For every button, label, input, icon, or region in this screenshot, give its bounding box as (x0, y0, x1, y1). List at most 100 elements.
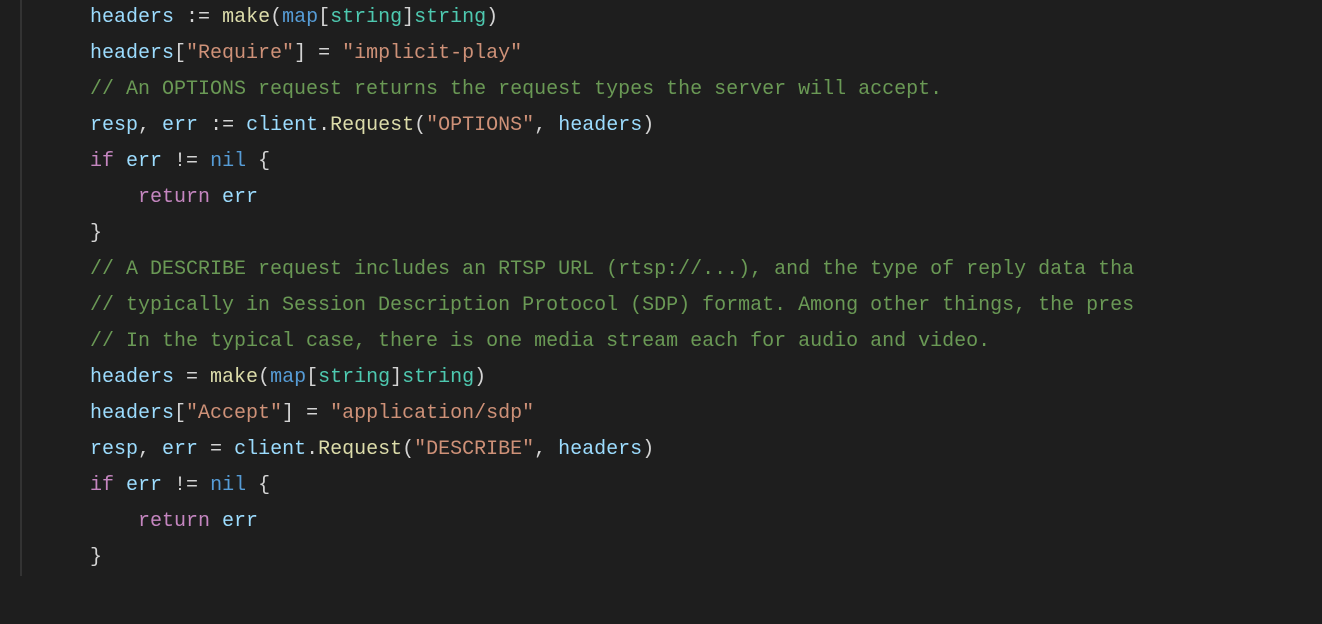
token-punc: := (210, 114, 234, 137)
token-var: client (234, 438, 306, 461)
token-punc (114, 474, 126, 497)
code-line[interactable]: headers = make(map[string]string) (20, 360, 1322, 396)
token-punc: ] (282, 402, 294, 425)
token-type: string (414, 6, 486, 29)
token-punc: ) (642, 438, 654, 461)
token-punc: [ (174, 42, 186, 65)
token-func: Request (330, 114, 414, 137)
token-var: headers (90, 42, 174, 65)
token-var: err (162, 114, 198, 137)
token-var: err (222, 186, 258, 209)
token-punc: ) (642, 114, 654, 137)
token-punc: [ (306, 366, 318, 389)
token-str: "implicit-play" (342, 42, 522, 65)
token-punc: } (90, 222, 102, 245)
token-punc: = (306, 42, 342, 65)
token-punc: { (246, 150, 270, 173)
token-punc (114, 150, 126, 173)
token-var: headers (90, 402, 174, 425)
token-punc: ( (258, 366, 270, 389)
code-editor[interactable]: headers := make(map[string]string)header… (0, 0, 1322, 576)
token-ctrl: return (138, 186, 210, 209)
token-punc: != (162, 474, 210, 497)
code-line[interactable]: } (20, 216, 1322, 252)
token-punc: = (294, 402, 330, 425)
token-punc: . (306, 438, 318, 461)
token-str: "application/sdp" (330, 402, 534, 425)
token-key: nil (210, 474, 246, 497)
token-punc: { (246, 474, 270, 497)
token-comment: // An OPTIONS request returns the reques… (90, 78, 942, 101)
token-key: nil (210, 150, 246, 173)
token-punc: != (162, 150, 210, 173)
token-str: "Require" (186, 42, 294, 65)
code-line[interactable]: } (20, 540, 1322, 576)
token-var: headers (558, 438, 642, 461)
token-ctrl: return (138, 510, 210, 533)
code-line[interactable]: headers := make(map[string]string) (20, 0, 1322, 36)
token-punc: [ (318, 6, 330, 29)
code-line[interactable]: // In the typical case, there is one med… (20, 324, 1322, 360)
token-var: headers (558, 114, 642, 137)
token-punc: = (174, 366, 210, 389)
token-str: "OPTIONS" (426, 114, 534, 137)
token-punc (210, 510, 222, 533)
token-punc: , (138, 438, 162, 461)
code-line[interactable]: headers["Accept"] = "application/sdp" (20, 396, 1322, 432)
token-var: err (126, 474, 162, 497)
token-func: make (210, 366, 258, 389)
token-punc: , (534, 438, 558, 461)
token-var: err (162, 438, 198, 461)
token-punc: ( (270, 6, 282, 29)
code-line[interactable]: resp, err = client.Request("DESCRIBE", h… (20, 432, 1322, 468)
token-var: client (246, 114, 318, 137)
token-comment: // In the typical case, there is one med… (90, 330, 990, 353)
token-punc: ) (474, 366, 486, 389)
token-var: resp (90, 114, 138, 137)
token-punc: , (138, 114, 162, 137)
token-var: err (222, 510, 258, 533)
token-func: make (222, 6, 270, 29)
code-line[interactable]: resp, err := client.Request("OPTIONS", h… (20, 108, 1322, 144)
token-comment: // A DESCRIBE request includes an RTSP U… (90, 258, 1134, 281)
token-var: resp (90, 438, 138, 461)
token-var: err (126, 150, 162, 173)
token-punc: . (318, 114, 330, 137)
token-str: "DESCRIBE" (414, 438, 534, 461)
token-punc: ) (486, 6, 498, 29)
token-punc: := (186, 6, 210, 29)
token-punc: } (90, 546, 102, 569)
token-punc: [ (174, 402, 186, 425)
token-punc: ] (390, 366, 402, 389)
token-punc: , (534, 114, 558, 137)
token-punc: ] (402, 6, 414, 29)
token-punc: ( (402, 438, 414, 461)
code-line[interactable]: return err (20, 504, 1322, 540)
token-type: string (318, 366, 390, 389)
token-func: Request (318, 438, 402, 461)
token-var: headers (90, 366, 174, 389)
token-punc (198, 114, 210, 137)
token-var: headers (90, 6, 174, 29)
token-punc (234, 114, 246, 137)
token-type: string (330, 6, 402, 29)
code-line[interactable]: // typically in Session Description Prot… (20, 288, 1322, 324)
code-line[interactable]: headers["Require"] = "implicit-play" (20, 36, 1322, 72)
token-punc: ] (294, 42, 306, 65)
code-line[interactable]: if err != nil { (20, 468, 1322, 504)
code-line[interactable]: // An OPTIONS request returns the reques… (20, 72, 1322, 108)
token-ctrl: if (90, 474, 114, 497)
token-key: map (282, 6, 318, 29)
token-key: map (270, 366, 306, 389)
token-punc: ( (414, 114, 426, 137)
token-type: string (402, 366, 474, 389)
token-punc (210, 6, 222, 29)
code-line[interactable]: if err != nil { (20, 144, 1322, 180)
code-line[interactable]: // A DESCRIBE request includes an RTSP U… (20, 252, 1322, 288)
token-ctrl: if (90, 150, 114, 173)
token-punc (210, 186, 222, 209)
token-punc: = (198, 438, 234, 461)
code-line[interactable]: return err (20, 180, 1322, 216)
token-str: "Accept" (186, 402, 282, 425)
token-punc (174, 6, 186, 29)
